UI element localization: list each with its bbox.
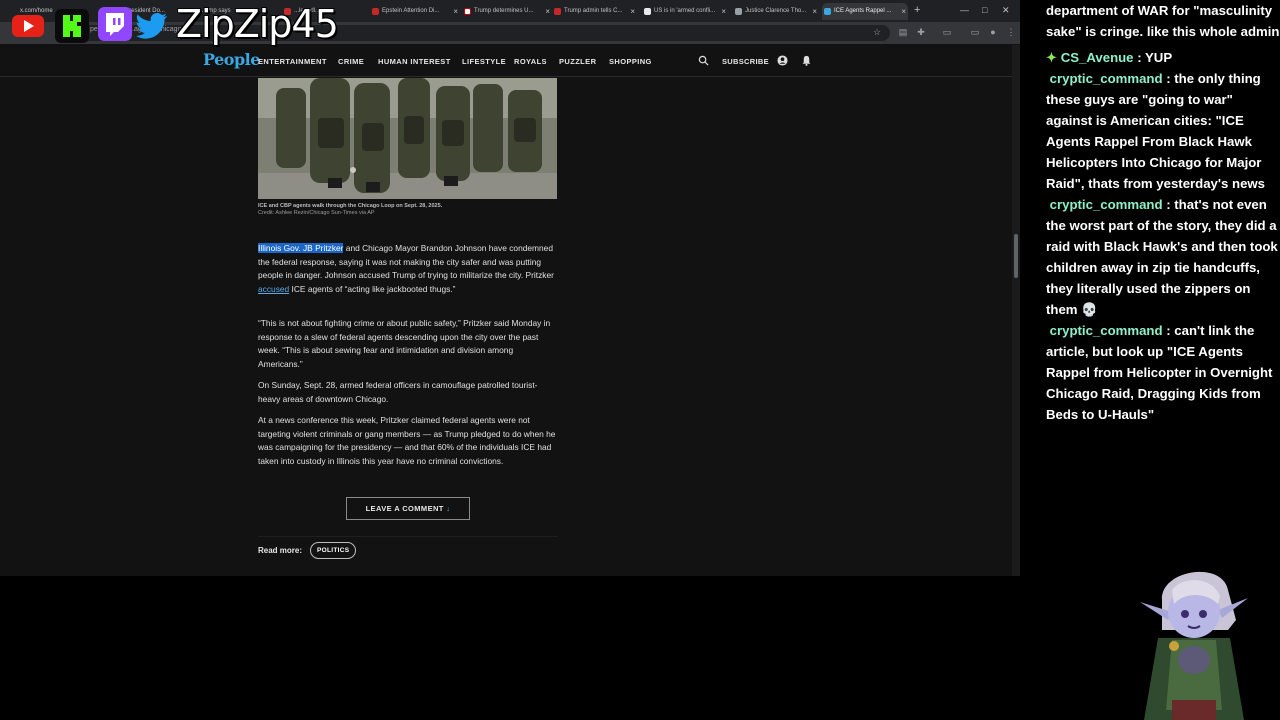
tab-ice-agents[interactable]: ICE Agents Rappel ... × xyxy=(822,3,908,20)
photo-caption: ICE and CBP agents walk through the Chic… xyxy=(258,203,443,209)
article-paragraph: “This is not about fighting crime or abo… xyxy=(258,318,551,369)
chat-username: cryptic_command xyxy=(1049,323,1163,338)
account-icon[interactable] xyxy=(777,55,788,66)
profile-icon[interactable]: ● xyxy=(988,27,998,37)
article-photo xyxy=(258,78,557,199)
close-icon[interactable]: × xyxy=(901,3,906,20)
accused-link[interactable]: accused xyxy=(258,284,289,294)
nav-human-interest[interactable]: HUMAN INTEREST xyxy=(378,57,451,66)
leave-comment-button[interactable]: LEAVE A COMMENT ↓ xyxy=(346,497,470,520)
extension-icon[interactable]: ▤ xyxy=(898,27,908,37)
star-icon: ✦ xyxy=(1046,50,1061,65)
twitter-icon xyxy=(136,13,167,39)
nav-puzzler[interactable]: PUZZLER xyxy=(559,57,596,66)
close-icon[interactable]: × xyxy=(721,3,726,20)
scrollbar-thumb[interactable] xyxy=(1014,234,1018,278)
twitch-icon xyxy=(98,7,132,41)
nav-crime[interactable]: CRIME xyxy=(338,57,364,66)
close-icon[interactable]: × xyxy=(812,3,817,20)
chat-message: ✦ CS_Avenue : YUP xyxy=(1046,50,1173,65)
reader-icon[interactable]: ▭ xyxy=(942,27,952,37)
tab-epstein[interactable]: Epstein Attention Di... × xyxy=(370,3,460,20)
bell-icon[interactable] xyxy=(801,55,812,66)
nav-entertainment[interactable]: ENTERTAINMENT xyxy=(258,57,327,66)
subscribe-link[interactable]: SUBSCRIBE xyxy=(722,57,769,66)
puzzle-icon[interactable]: ✚ xyxy=(916,27,926,37)
tab-favicon xyxy=(464,8,471,15)
close-window-button[interactable]: ✕ xyxy=(1002,5,1010,16)
article-paragraph: On Sunday, Sept. 28, armed federal offic… xyxy=(258,380,538,404)
article-paragraph: Illinois Gov. JB Pritzker and Chicago Ma… xyxy=(258,243,554,294)
chat-panel: department of WAR for "masculinity sake"… xyxy=(1046,0,1280,425)
close-icon[interactable]: × xyxy=(453,3,458,20)
tab-clarence-thomas[interactable]: Justice Clarence Tho... × xyxy=(733,3,819,20)
chat-username: CS_Avenue xyxy=(1060,50,1134,65)
site-navigation: People ENTERTAINMENT CRIME HUMAN INTERES… xyxy=(0,45,1012,77)
tab-armed-conflict[interactable]: US is in 'armed confli... × xyxy=(642,3,728,20)
chat-message: cryptic_command : can't link the article… xyxy=(1046,323,1273,422)
streamer-name: ZipZip45 xyxy=(176,2,339,46)
tab-favicon xyxy=(824,8,831,15)
cast-icon[interactable]: ▭ xyxy=(970,27,980,37)
youtube-icon xyxy=(12,15,44,37)
divider xyxy=(258,536,558,537)
chat-message: cryptic_command : the only thing these g… xyxy=(1046,71,1265,191)
tab-favicon xyxy=(554,8,561,15)
nav-shopping[interactable]: SHOPPING xyxy=(609,57,652,66)
new-tab-button[interactable]: + xyxy=(914,4,920,16)
vtuber-avatar xyxy=(1140,571,1248,720)
politics-tag[interactable]: POLITICS xyxy=(310,542,357,559)
maximize-button[interactable]: □ xyxy=(982,5,987,15)
chat-message: department of WAR for "masculinity sake"… xyxy=(1046,3,1280,39)
tab-favicon xyxy=(372,8,379,15)
photo-credit: Credit: Ashlee Rezin/Chicago Sun-Times v… xyxy=(258,210,375,216)
selected-text[interactable]: Illinois Gov. JB Pritzker xyxy=(258,243,344,253)
article-paragraph: At a news conference this week, Pritzker… xyxy=(258,415,556,466)
chat-username: cryptic_command xyxy=(1049,71,1163,86)
nav-royals[interactable]: ROYALS xyxy=(514,57,547,66)
scrollbar-track[interactable] xyxy=(1012,45,1020,576)
bookmark-star-icon[interactable]: ☆ xyxy=(872,27,882,37)
tab-favicon xyxy=(644,8,651,15)
tab-trump-determines[interactable]: Trump determines U... × xyxy=(462,3,552,20)
kick-icon xyxy=(55,9,89,43)
minimize-button[interactable]: — xyxy=(960,5,969,15)
nav-lifestyle[interactable]: LIFESTYLE xyxy=(462,57,506,66)
tab-favicon xyxy=(735,8,742,15)
chat-message: cryptic_command : that's not even the wo… xyxy=(1046,197,1278,317)
close-icon[interactable]: × xyxy=(630,3,635,20)
browser-window: x.com/home Vice President Do... ...ump s… xyxy=(0,0,1020,576)
search-icon[interactable] xyxy=(698,55,709,66)
people-logo[interactable]: People xyxy=(203,50,260,69)
arrow-down-icon: ↓ xyxy=(446,504,451,513)
tab-trump-admin[interactable]: Trump admin tells C... × xyxy=(552,3,637,20)
read-more-label: Read more: xyxy=(258,546,303,555)
chat-username: cryptic_command xyxy=(1049,197,1163,212)
menu-icon[interactable]: ⋮ xyxy=(1006,27,1016,37)
close-icon[interactable]: × xyxy=(545,3,550,20)
ice-agents-photo xyxy=(258,78,557,199)
